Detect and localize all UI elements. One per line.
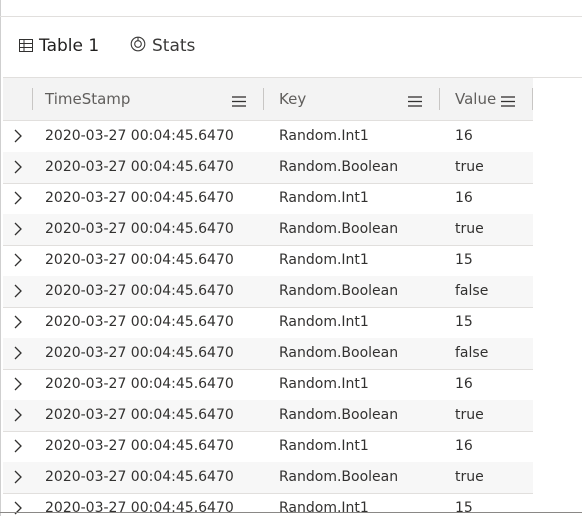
- table-row[interactable]: 2020-03-27 00:04:45.6470 Random.Int1 16: [3, 121, 533, 153]
- expand-chevron-icon[interactable]: [13, 470, 23, 484]
- expand-chevron-icon[interactable]: [13, 439, 23, 453]
- column-separator: [532, 88, 533, 110]
- column-header-key[interactable]: Key: [279, 78, 306, 120]
- expand-chevron-icon[interactable]: [13, 160, 23, 174]
- column-header-label: Value: [455, 90, 497, 108]
- column-menu-icon[interactable]: [408, 92, 422, 111]
- table-row[interactable]: 2020-03-27 00:04:45.6470 Random.Boolean …: [3, 152, 533, 184]
- tab-label: Table 1: [39, 36, 100, 56]
- column-header-label: Key: [279, 90, 307, 108]
- cell-timestamp: 2020-03-27 00:04:45.6470: [45, 438, 234, 454]
- cell-value: 16: [455, 190, 473, 206]
- expand-chevron-icon[interactable]: [13, 346, 23, 360]
- grid-header: TimeStamp Key Value: [3, 78, 533, 121]
- cell-value: true: [455, 221, 484, 237]
- cell-timestamp: 2020-03-27 00:04:45.6470: [45, 190, 234, 206]
- cell-value: 16: [455, 376, 473, 392]
- results-grid: TimeStamp Key Value 2020-03-27 00:04:45.…: [3, 77, 582, 516]
- cell-timestamp: 2020-03-27 00:04:45.6470: [45, 314, 234, 330]
- cell-timestamp: 2020-03-27 00:04:45.6470: [45, 345, 234, 361]
- cell-timestamp: 2020-03-27 00:04:45.6470: [45, 252, 234, 268]
- result-tabs: Table 1 Stats: [0, 17, 582, 88]
- column-header-label: TimeStamp: [45, 90, 131, 108]
- cell-key: Random.Int1: [279, 376, 369, 392]
- expand-chevron-icon[interactable]: [13, 253, 23, 267]
- table-row[interactable]: 2020-03-27 00:04:45.6470 Random.Int1 16: [3, 431, 533, 463]
- cell-timestamp: 2020-03-27 00:04:45.6470: [45, 376, 234, 392]
- tab-table-1[interactable]: Table 1: [19, 17, 99, 75]
- window-left-edge: [0, 0, 1, 516]
- stats-icon: [130, 36, 146, 56]
- table-row[interactable]: 2020-03-27 00:04:45.6470 Random.Boolean …: [3, 276, 533, 308]
- cell-timestamp: 2020-03-27 00:04:45.6470: [45, 283, 234, 299]
- table-row[interactable]: 2020-03-27 00:04:45.6470 Random.Boolean …: [3, 462, 533, 494]
- table-row[interactable]: 2020-03-27 00:04:45.6470 Random.Int1 16: [3, 183, 533, 215]
- cell-value: true: [455, 159, 484, 175]
- column-header-value[interactable]: Value: [455, 78, 496, 120]
- cell-key: Random.Boolean: [279, 469, 399, 485]
- cell-key: Random.Boolean: [279, 407, 399, 423]
- cell-key: Random.Int1: [279, 314, 369, 330]
- column-header-timestamp[interactable]: TimeStamp: [45, 78, 130, 120]
- expand-chevron-icon[interactable]: [13, 222, 23, 236]
- cell-value: true: [455, 469, 484, 485]
- expand-chevron-icon[interactable]: [13, 315, 23, 329]
- cell-value: true: [455, 407, 484, 423]
- cell-value: false: [455, 283, 489, 299]
- cell-timestamp: 2020-03-27 00:04:45.6470: [45, 128, 234, 144]
- expand-chevron-icon[interactable]: [13, 377, 23, 391]
- cell-key: Random.Int1: [279, 190, 369, 206]
- cell-key: Random.Boolean: [279, 221, 399, 237]
- expand-chevron-icon[interactable]: [13, 129, 23, 143]
- expand-chevron-icon[interactable]: [13, 191, 23, 205]
- table-row[interactable]: 2020-03-27 00:04:45.6470 Random.Boolean …: [3, 214, 533, 246]
- cell-timestamp: 2020-03-27 00:04:45.6470: [45, 159, 234, 175]
- cell-value: false: [455, 345, 489, 361]
- bottom-divider: [0, 512, 582, 513]
- table-row[interactable]: 2020-03-27 00:04:45.6470 Random.Int1 15: [3, 307, 533, 339]
- cell-key: Random.Boolean: [279, 283, 399, 299]
- cell-key: Random.Boolean: [279, 159, 399, 175]
- column-separator: [263, 88, 264, 110]
- cell-value: 15: [455, 252, 473, 268]
- cell-key: Random.Int1: [279, 128, 369, 144]
- table-row[interactable]: 2020-03-27 00:04:45.6470 Random.Boolean …: [3, 400, 533, 432]
- column-separator: [439, 88, 440, 110]
- table-row[interactable]: 2020-03-27 00:04:45.6470 Random.Int1 15: [3, 245, 533, 277]
- cell-timestamp: 2020-03-27 00:04:45.6470: [45, 469, 234, 485]
- cell-key: Random.Int1: [279, 252, 369, 268]
- cell-key: Random.Int1: [279, 438, 369, 454]
- tab-label: Stats: [152, 36, 196, 56]
- cell-value: 16: [455, 128, 473, 144]
- column-menu-icon[interactable]: [232, 92, 246, 111]
- cell-value: 15: [455, 314, 473, 330]
- column-separator: [32, 88, 33, 110]
- expand-chevron-icon[interactable]: [13, 408, 23, 422]
- column-menu-icon[interactable]: [501, 92, 515, 111]
- cell-timestamp: 2020-03-27 00:04:45.6470: [45, 407, 234, 423]
- table-row[interactable]: 2020-03-27 00:04:45.6470 Random.Boolean …: [3, 338, 533, 370]
- cell-timestamp: 2020-03-27 00:04:45.6470: [45, 221, 234, 237]
- expand-chevron-icon[interactable]: [13, 284, 23, 298]
- table-icon: [19, 37, 33, 56]
- tab-stats[interactable]: Stats: [130, 17, 195, 75]
- table-row[interactable]: 2020-03-27 00:04:45.6470 Random.Int1 16: [3, 369, 533, 401]
- cell-key: Random.Boolean: [279, 345, 399, 361]
- cell-value: 16: [455, 438, 473, 454]
